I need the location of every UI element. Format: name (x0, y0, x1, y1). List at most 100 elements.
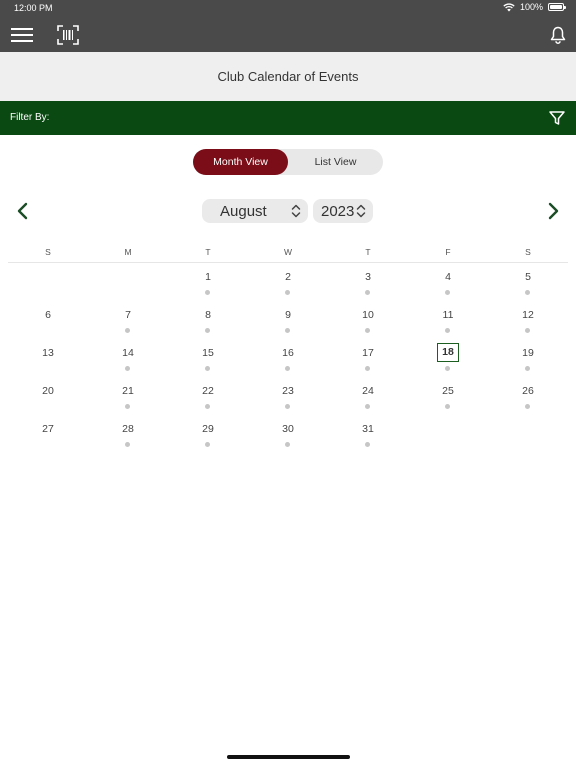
day-number: 14 (122, 347, 134, 359)
calendar-day[interactable]: 27 (8, 415, 88, 453)
filter-bar[interactable]: Filter By: (0, 101, 576, 135)
calendar-grid: S M T W T F S 1 2 3 4 5 6 7 8 9 10 11 12 13 14 15 16 17 1… (8, 244, 568, 453)
day-number: 9 (285, 309, 291, 321)
calendar-day[interactable]: 30 (248, 415, 328, 453)
day-number: 15 (202, 347, 214, 359)
event-dot-indicator (445, 404, 450, 409)
wifi-icon (503, 2, 515, 11)
event-dot-indicator (525, 290, 530, 295)
event-dot-indicator (205, 442, 210, 447)
calendar-day[interactable]: 31 (328, 415, 408, 453)
calendar-day-today[interactable]: 18 (408, 339, 488, 377)
calendar-day[interactable]: 7 (88, 301, 168, 339)
status-indicators: 100% (503, 2, 566, 12)
calendar-day[interactable]: 6 (8, 301, 88, 339)
calendar-day[interactable]: 23 (248, 377, 328, 415)
event-dot-indicator (205, 404, 210, 409)
calendar-week-row: 27 28 29 30 31 (8, 415, 568, 453)
weekday-label: S (45, 247, 51, 257)
weekday-label: W (283, 247, 293, 257)
calendar-week-row: 13 14 15 16 17 18 19 (8, 339, 568, 377)
filter-icon[interactable] (548, 109, 566, 127)
calendar-day[interactable]: 9 (248, 301, 328, 339)
event-dot-indicator (365, 442, 370, 447)
event-dot-indicator (365, 290, 370, 295)
hamburger-icon (11, 27, 33, 42)
day-number: 10 (362, 309, 374, 321)
weekday-label: S (525, 247, 531, 257)
battery-percent: 100% (519, 2, 543, 12)
day-number: 8 (205, 309, 211, 321)
day-number: 16 (282, 347, 294, 359)
top-nav (0, 17, 576, 52)
calendar-week-row: 1 2 3 4 5 (8, 263, 568, 301)
day-number: 29 (202, 423, 214, 435)
calendar-week-row: 6 7 8 9 10 11 12 (8, 301, 568, 339)
event-dot-indicator (525, 404, 530, 409)
calendar-day[interactable]: 1 (168, 263, 248, 301)
calendar-day[interactable]: 29 (168, 415, 248, 453)
battery-icon (548, 3, 566, 11)
month-picker[interactable]: August (202, 199, 308, 223)
calendar-day[interactable]: 2 (248, 263, 328, 301)
menu-button[interactable] (8, 17, 36, 52)
event-dot-indicator (525, 366, 530, 371)
calendar-day[interactable]: 11 (408, 301, 488, 339)
notifications-button[interactable] (546, 17, 570, 52)
event-dot-indicator (285, 366, 290, 371)
month-view-tab[interactable]: Month View (193, 149, 288, 175)
day-number: 31 (362, 423, 374, 435)
calendar-day-empty (8, 263, 88, 301)
calendar-day[interactable]: 16 (248, 339, 328, 377)
day-number: 21 (122, 385, 134, 397)
day-number: 12 (522, 309, 534, 321)
day-number: 27 (42, 423, 54, 435)
calendar-day[interactable]: 12 (488, 301, 568, 339)
list-view-tab[interactable]: List View (288, 149, 383, 175)
calendar-day[interactable]: 25 (408, 377, 488, 415)
calendar-day[interactable]: 3 (328, 263, 408, 301)
calendar-day[interactable]: 19 (488, 339, 568, 377)
event-dot-indicator (445, 290, 450, 295)
calendar-day[interactable]: 13 (8, 339, 88, 377)
calendar-day[interactable]: 20 (8, 377, 88, 415)
day-number: 2 (285, 271, 291, 283)
day-number: 20 (42, 385, 54, 397)
day-number: 3 (365, 271, 371, 283)
event-dot-indicator (125, 404, 130, 409)
month-value: August (220, 203, 267, 220)
event-dot-indicator (365, 366, 370, 371)
calendar-day[interactable]: 28 (88, 415, 168, 453)
event-dot-indicator (445, 366, 450, 371)
calendar-day[interactable]: 22 (168, 377, 248, 415)
scan-button[interactable] (55, 17, 81, 52)
event-dot-indicator (125, 366, 130, 371)
day-number: 5 (525, 271, 531, 283)
event-dot-indicator (205, 328, 210, 333)
next-month-button[interactable] (542, 200, 564, 222)
calendar-day[interactable]: 8 (168, 301, 248, 339)
year-picker[interactable]: 2023 (313, 199, 373, 223)
calendar-day[interactable]: 15 (168, 339, 248, 377)
calendar-day[interactable]: 17 (328, 339, 408, 377)
event-dot-indicator (125, 442, 130, 447)
calendar-day-empty (488, 415, 568, 453)
calendar-day[interactable]: 14 (88, 339, 168, 377)
calendar-day[interactable]: 24 (328, 377, 408, 415)
day-number: 22 (202, 385, 214, 397)
barcode-scan-icon (57, 24, 79, 45)
event-dot-indicator (125, 328, 130, 333)
weekday-label: T (205, 247, 211, 257)
calendar-day[interactable]: 4 (408, 263, 488, 301)
year-value: 2023 (321, 203, 355, 220)
calendar-day[interactable]: 26 (488, 377, 568, 415)
event-dot-indicator (525, 328, 530, 333)
view-toggle: Month View List View (193, 149, 383, 175)
previous-month-button[interactable] (12, 200, 34, 222)
day-number: 19 (522, 347, 534, 359)
calendar-day[interactable]: 10 (328, 301, 408, 339)
calendar-day[interactable]: 5 (488, 263, 568, 301)
calendar-day[interactable]: 21 (88, 377, 168, 415)
day-number: 18 (437, 343, 459, 362)
day-number: 26 (522, 385, 534, 397)
